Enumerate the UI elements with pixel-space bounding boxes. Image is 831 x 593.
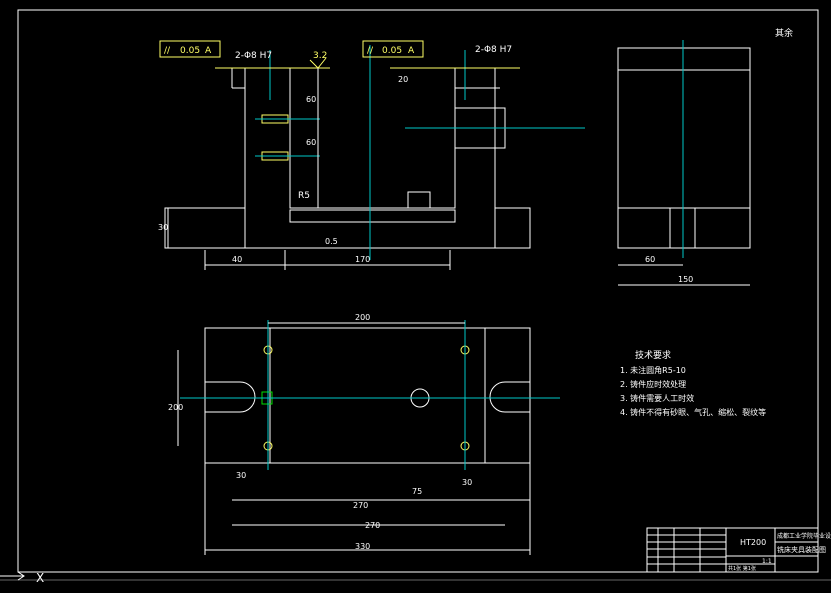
sheet-label: 共1张 第1张 <box>728 565 756 572</box>
dimension-label: 60 <box>645 255 655 264</box>
tolerance-symbol: // <box>164 46 171 56</box>
school-label: 成都工业学院毕业设计 <box>777 532 831 540</box>
dimension-label: 30 <box>158 223 168 232</box>
dimension-label: 0.5 <box>325 237 338 246</box>
dimension-label: 270 <box>365 521 380 530</box>
dimension-label: 270 <box>353 501 368 510</box>
drawing-name: 铣床夹具装配图 <box>777 545 826 554</box>
dimension-label: 170 <box>355 255 370 264</box>
scale-label: 1:1 <box>762 558 772 565</box>
dimension-label: 200 <box>168 403 183 412</box>
tech-requirement-item: 3. 铸件需要人工时效 <box>620 393 694 403</box>
dimension-label: 20 <box>398 75 408 84</box>
tech-requirement-item: 1. 未注圆角R5-10 <box>620 365 686 375</box>
tolerance-value: 0.05 <box>180 46 200 56</box>
material-label: HT200 <box>740 538 766 547</box>
tolerance-value: 0.05 <box>382 46 402 56</box>
dimension-label: 150 <box>678 275 693 284</box>
dimension-label: 330 <box>355 542 370 551</box>
tolerance-datum: A <box>408 46 415 56</box>
dimension-label: 40 <box>232 255 242 264</box>
dimension-label: 30 <box>236 471 246 480</box>
tech-requirements-title: 技术要求 <box>635 349 671 361</box>
tolerance-datum: A <box>205 46 212 56</box>
dimension-label: 60 <box>306 138 316 147</box>
roughness-other-label: 其余 <box>775 27 793 39</box>
cad-drawing-canvas[interactable]: // 0.05 A // 0.05 A 2-Φ8 H7 2-Φ8 H7 3.2 … <box>0 0 831 593</box>
tech-requirement-item: 2. 铸件应时效处理 <box>620 379 686 389</box>
tech-requirement-item: 4. 铸件不得有砂眼、气孔、缩松、裂纹等 <box>620 407 766 417</box>
dimension-label: 30 <box>462 478 472 487</box>
dimension-label: 75 <box>412 487 422 496</box>
fillet-label: R5 <box>298 191 310 201</box>
hole-note: 2-Φ8 H7 <box>235 51 272 61</box>
hole-note: 2-Φ8 H7 <box>475 45 512 55</box>
tolerance-symbol: // <box>367 46 374 56</box>
dimension-label: 200 <box>355 313 370 322</box>
dimension-label: 60 <box>306 95 316 104</box>
ucs-x-label: X <box>36 571 44 585</box>
